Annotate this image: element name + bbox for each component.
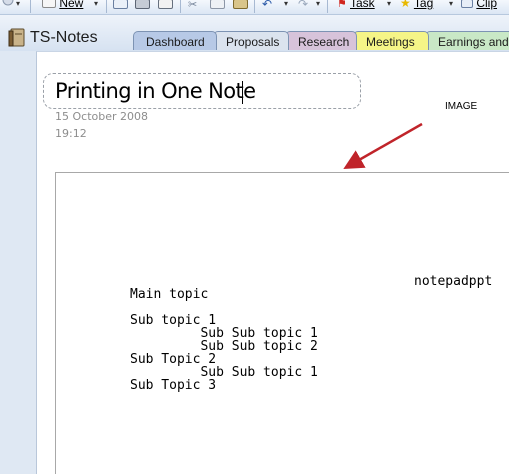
new-button-label: New bbox=[59, 0, 84, 10]
tab-label: Research bbox=[298, 35, 350, 49]
tab-meetings[interactable]: Meetings bbox=[353, 31, 429, 50]
page-time: 19:12 bbox=[55, 127, 87, 140]
page-date: 15 October 2008 bbox=[55, 110, 149, 123]
tab-label: Proposals bbox=[226, 35, 280, 49]
tab-label: Dashboard bbox=[146, 35, 205, 49]
paste-icon[interactable] bbox=[233, 0, 248, 13]
image-header-text: notepadppt bbox=[414, 274, 493, 289]
undo-dropdown-icon[interactable]: ▾ bbox=[284, 0, 288, 8]
text-cursor bbox=[242, 81, 243, 104]
page-title[interactable]: Printing in One Note bbox=[55, 79, 256, 103]
tag-button-label: Tag bbox=[413, 0, 434, 10]
toolbar-separator bbox=[106, 0, 107, 13]
redo-dropdown-icon[interactable]: ▾ bbox=[316, 0, 320, 8]
notebook-icon[interactable] bbox=[8, 28, 26, 48]
task-button-label: Task bbox=[350, 0, 375, 10]
back-icon[interactable] bbox=[2, 0, 15, 13]
print-preview-icon[interactable] bbox=[158, 0, 173, 13]
outline-line: Sub Topic 3 bbox=[130, 378, 217, 393]
tag-button[interactable]: ★ Tag bbox=[400, 0, 433, 13]
undo-icon[interactable]: ↶ bbox=[262, 0, 272, 14]
toolbar-separator bbox=[327, 0, 328, 13]
copy-icon[interactable] bbox=[210, 0, 225, 13]
red-arrow bbox=[343, 122, 423, 169]
embedded-image[interactable] bbox=[55, 172, 509, 474]
outline-line: Main topic bbox=[130, 287, 209, 302]
new-dropdown-icon[interactable]: ▾ bbox=[94, 0, 98, 8]
tag-dropdown-icon[interactable]: ▾ bbox=[449, 0, 453, 8]
toolbar-separator bbox=[254, 0, 255, 13]
notebook-title[interactable]: TS-Notes bbox=[30, 29, 98, 47]
new-page-icon bbox=[42, 0, 56, 8]
flag-icon: ⚑ bbox=[337, 0, 347, 10]
clip-button[interactable]: Clip bbox=[461, 0, 497, 13]
task-button[interactable]: ⚑ Task bbox=[337, 0, 375, 13]
toolbar-separator bbox=[180, 0, 181, 13]
new-button[interactable]: New bbox=[42, 0, 83, 13]
standard-toolbar: ▾ New ▾ ✂ ↶ ▾ ↷ ▾ ⚑ Task ▾ ★ Tag ▾ Clip bbox=[0, 0, 509, 15]
tab-earnings[interactable]: Earnings and bbox=[425, 31, 509, 50]
tab-proposals[interactable]: Proposals bbox=[213, 31, 289, 50]
toolbar-separator bbox=[30, 0, 31, 13]
section-tabs: Dashboard Proposals Research Meetings Ea… bbox=[133, 31, 509, 51]
tab-research[interactable]: Research bbox=[285, 31, 357, 50]
clip-button-label: Clip bbox=[476, 0, 498, 10]
tab-label: Meetings bbox=[366, 35, 415, 49]
email-icon[interactable] bbox=[113, 0, 128, 13]
back-dropdown-icon[interactable]: ▾ bbox=[16, 0, 20, 8]
star-icon: ★ bbox=[400, 0, 411, 10]
cut-icon[interactable]: ✂ bbox=[188, 0, 197, 14]
image-label: IMAGE bbox=[445, 101, 478, 112]
clip-icon bbox=[461, 0, 473, 8]
task-dropdown-icon[interactable]: ▾ bbox=[387, 0, 391, 8]
redo-icon[interactable]: ↷ bbox=[298, 0, 308, 14]
print-icon[interactable] bbox=[135, 0, 150, 13]
tab-dashboard[interactable]: Dashboard bbox=[133, 31, 217, 50]
tab-label: Earnings and bbox=[438, 35, 509, 49]
